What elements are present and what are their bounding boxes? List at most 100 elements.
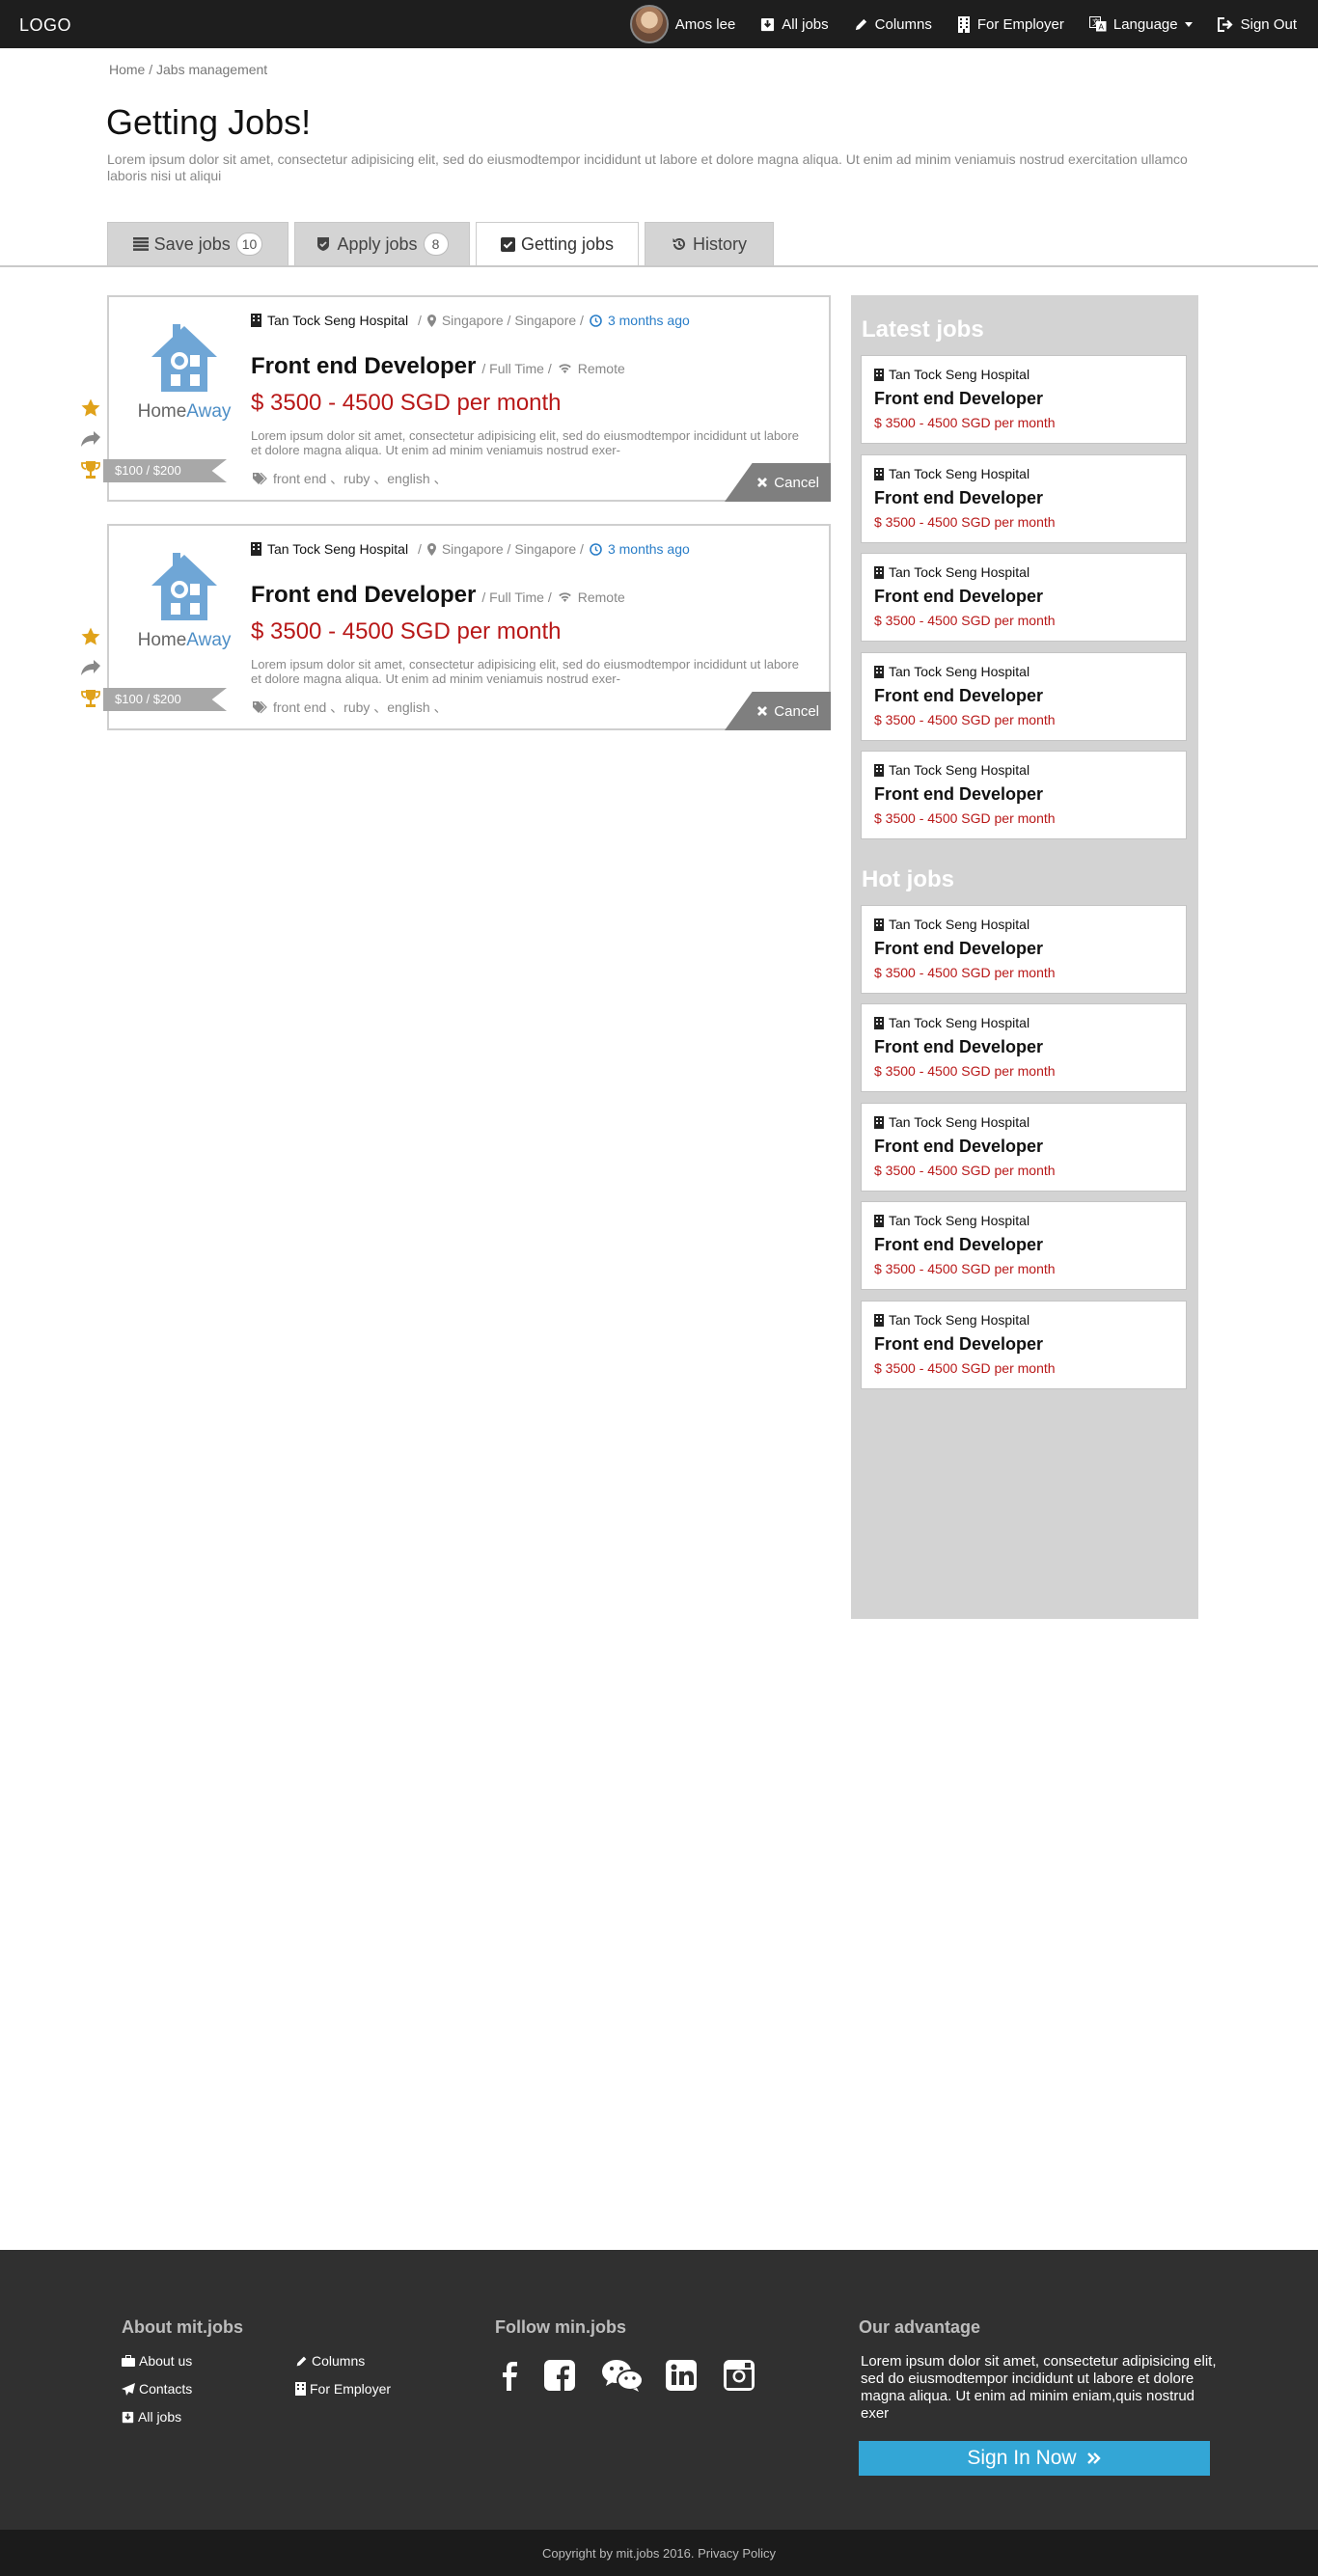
share-icon[interactable] [80,428,101,450]
nav-all-jobs[interactable]: All jobs [760,15,829,33]
footer-link-columns[interactable]: Columns [295,2353,365,2369]
sidebar-job-salary: $ 3500 - 4500 SGD per month [874,1261,1056,1276]
nav-for-employer[interactable]: For Employer [957,15,1064,33]
price-range-ribbon: $100 / $200 [103,688,227,711]
tab-history[interactable]: History [645,222,774,266]
facebook-icon[interactable] [492,2358,527,2393]
footer-link-label: Contacts [139,2381,193,2397]
sidebar-job-card[interactable]: Tan Tock Seng Hospital Front end Develop… [861,454,1187,543]
sidebar-job-card[interactable]: Tan Tock Seng Hospital Front end Develop… [861,905,1187,994]
footer-link-contacts[interactable]: Contacts [122,2381,192,2397]
company-name[interactable]: Tan Tock Seng Hospital [267,541,408,557]
sidebar-company: Tan Tock Seng Hospital [874,664,1030,679]
instagram-icon[interactable] [722,2358,756,2393]
footer: About mit.jobs About us Columns Contacts… [0,2250,1318,2530]
building-icon [251,314,261,327]
building-icon [874,1115,884,1129]
job-title[interactable]: Front end Developer [251,582,476,609]
tab-apply-jobs[interactable]: Apply jobs 8 [294,222,470,266]
sidebar-company: Tan Tock Seng Hospital [874,1213,1030,1228]
trophy-icon[interactable] [80,459,101,480]
top-navbar: LOGO Amos lee All jobs Columns For Emplo… [0,0,1318,48]
sidebar-job-card[interactable]: Tan Tock Seng Hospital Front end Develop… [861,355,1187,444]
close-icon [756,705,768,717]
sidebar-company-name: Tan Tock Seng Hospital [889,564,1030,580]
job-tags: front end 、ruby 、english 、 [253,469,448,488]
tab-apply-jobs-label: Apply jobs [337,233,418,254]
user-menu[interactable]: Amos lee [629,5,736,43]
linkedin-icon[interactable] [664,2358,699,2393]
sidebar-company-name: Tan Tock Seng Hospital [889,466,1030,481]
cancel-label: Cancel [774,474,819,491]
job-salary: $ 3500 - 4500 SGD per month [251,618,562,644]
cancel-button[interactable]: Cancel [725,463,831,502]
sidebar-job-card[interactable]: Tan Tock Seng Hospital Front end Develop… [861,1103,1187,1192]
close-icon [756,477,768,488]
trophy-icon[interactable] [80,688,101,709]
caret-down-icon [1184,21,1193,27]
about-heading: About mit.jobs [122,2317,243,2337]
building-icon [957,15,971,33]
building-icon [874,763,884,777]
tab-save-jobs[interactable]: Save jobs 10 [107,222,288,266]
top-nav: Amos lee All jobs Columns For Employer 文… [629,0,1297,48]
share-icon[interactable] [80,657,101,678]
sidebar-job-card[interactable]: Tan Tock Seng Hospital Front end Develop… [861,751,1187,839]
sidebar-job-title: Front end Developer [874,686,1044,705]
facebook-square-icon[interactable] [542,2358,577,2393]
building-icon [874,1313,884,1327]
wechat-icon[interactable] [600,2358,645,2393]
tab-getting-jobs[interactable]: Getting jobs [476,222,639,266]
job-description: Lorem ipsum dolor sit amet, consectetur … [251,428,799,457]
job-posted: 3 months ago [607,541,690,557]
tab-save-jobs-count: 10 [235,233,263,256]
sidebar-company-name: Tan Tock Seng Hospital [889,762,1030,778]
job-salary: $ 3500 - 4500 SGD per month [251,390,562,416]
tab-getting-jobs-label: Getting jobs [520,233,615,254]
nav-sign-out[interactable]: Sign Out [1217,16,1297,33]
sidebar-company: Tan Tock Seng Hospital [874,1015,1030,1030]
nav-language[interactable]: 文A Language [1088,16,1193,33]
building-icon [874,1214,884,1227]
user-name: Amos lee [674,15,736,33]
sidebar-job-card[interactable]: Tan Tock Seng Hospital Front end Develop… [861,1003,1187,1092]
sidebar-job-title: Front end Developer [874,939,1044,958]
page-description: Lorem ipsum dolor sit amet, consectetur … [107,151,1188,183]
job-card[interactable]: HomeAway Tan Tock Seng Hospital / Singap… [103,295,831,502]
job-location: Singapore / Singapore / [441,541,584,557]
nav-columns[interactable]: Columns [854,16,932,33]
job-type: / Full Time / [481,361,552,376]
job-title[interactable]: Front end Developer [251,353,476,380]
cancel-button[interactable]: Cancel [725,692,831,730]
footer-link-for-employer[interactable]: For Employer [295,2381,391,2397]
breadcrumb[interactable]: Home / Jabs management [109,62,267,77]
sidebar-job-card[interactable]: Tan Tock Seng Hospital Front end Develop… [861,1201,1187,1290]
job-card[interactable]: HomeAway Tan Tock Seng Hospital / Singap… [103,524,831,730]
svg-text:HomeAway: HomeAway [138,401,232,422]
building-icon [874,1016,884,1029]
footer-link-about-us[interactable]: About us [122,2353,192,2369]
sidebar-job-card[interactable]: Tan Tock Seng Hospital Front end Develop… [861,1301,1187,1389]
sidebar-company: Tan Tock Seng Hospital [874,466,1030,481]
footer-link-all-jobs[interactable]: All jobs [122,2409,181,2425]
sign-in-button[interactable]: Sign In Now [859,2441,1210,2476]
sidebar-company-name: Tan Tock Seng Hospital [889,917,1030,932]
copyright-text[interactable]: Copyright by mit.jobs 2016. Privacy Poli… [542,2546,776,2561]
footer-link-label: About us [139,2353,193,2369]
star-icon[interactable] [80,397,101,419]
sidebar-job-card[interactable]: Tan Tock Seng Hospital Front end Develop… [861,652,1187,741]
separator: / [414,313,422,328]
star-icon[interactable] [80,626,101,647]
tags-icon [253,472,267,485]
building-icon [874,368,884,381]
job-tags: front end 、ruby 、english 、 [253,698,448,717]
sidebar-job-card[interactable]: Tan Tock Seng Hospital Front end Develop… [861,553,1187,642]
company-logo: HomeAway [123,547,246,653]
sidebar-company: Tan Tock Seng Hospital [874,917,1030,932]
company-name[interactable]: Tan Tock Seng Hospital [267,313,408,328]
sidebar-job-title: Front end Developer [874,488,1044,507]
wifi-icon [558,591,572,602]
job-location: Singapore / Singapore / [441,313,584,328]
nav-all-jobs-label: All jobs [782,15,829,33]
logo[interactable]: LOGO [19,15,71,36]
